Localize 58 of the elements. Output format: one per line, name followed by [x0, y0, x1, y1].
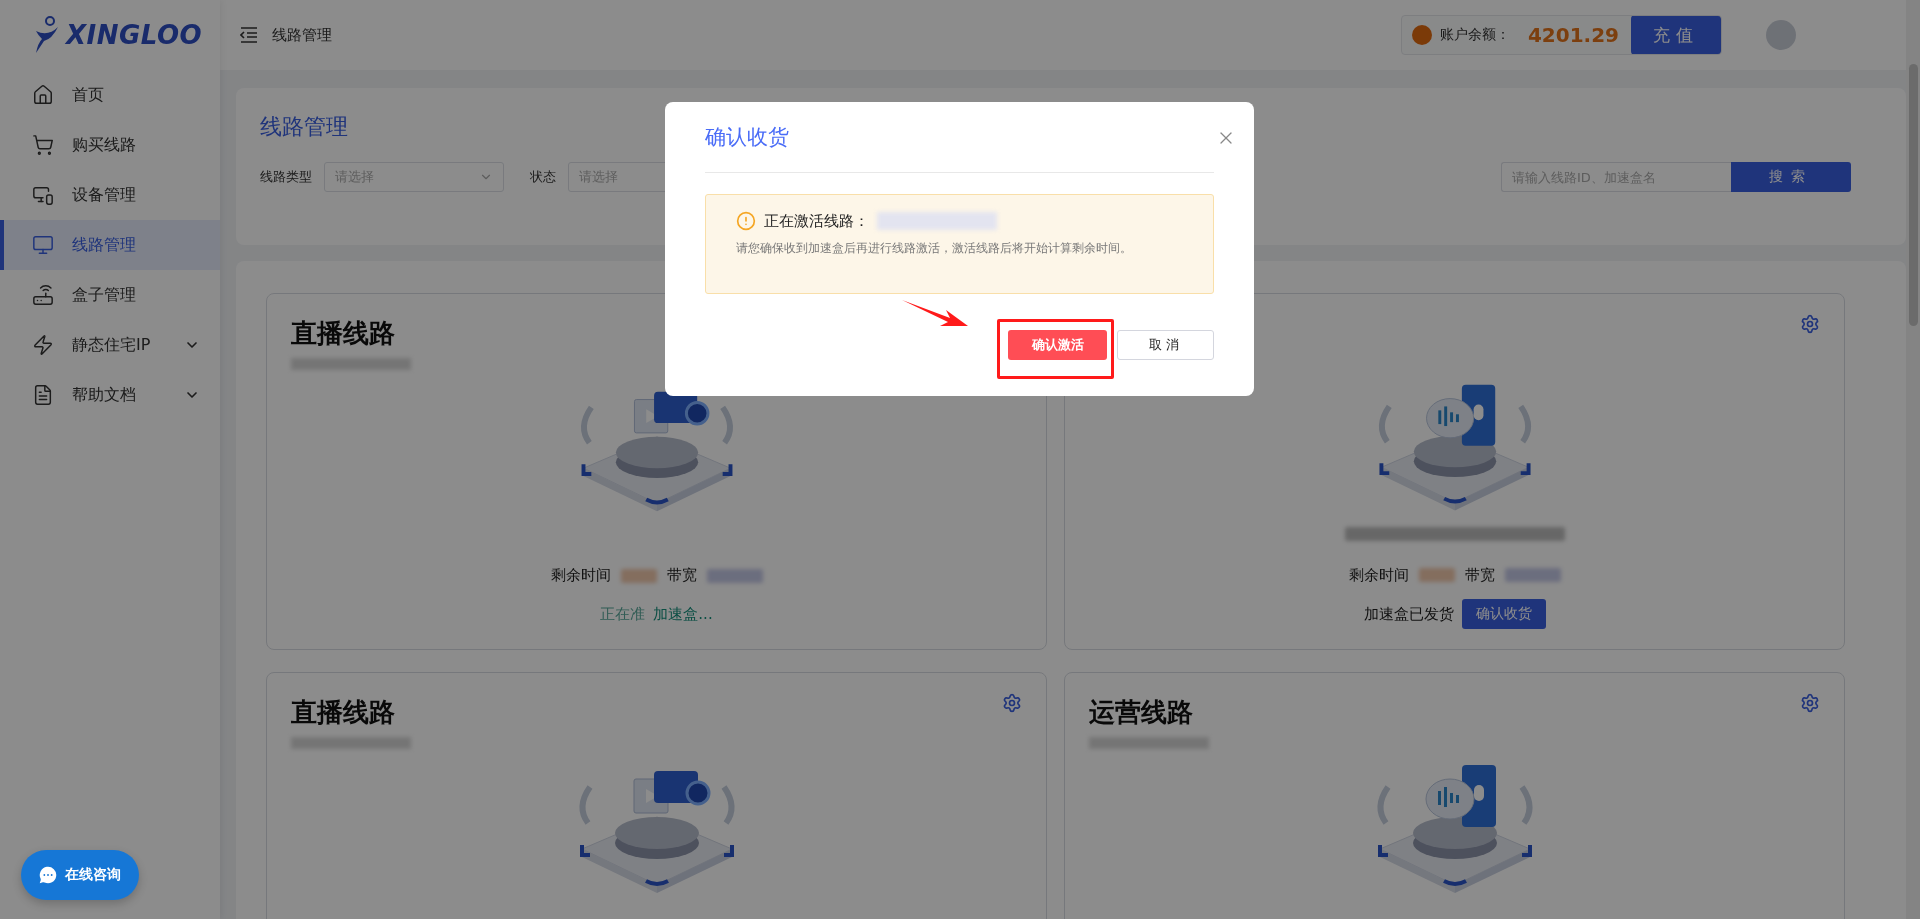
- online-chat-button[interactable]: 在线咨询: [21, 850, 139, 900]
- blurred-text: [1418, 568, 1455, 583]
- sidebar-item[interactable]: 帮助文档: [0, 370, 220, 420]
- yen-icon: [1411, 25, 1432, 45]
- breadcrumb: 线路管理: [272, 25, 333, 45]
- search-button[interactable]: 搜索: [1731, 162, 1851, 192]
- recharge-button[interactable]: 充值: [1631, 16, 1721, 54]
- remaining-time-label: 剩余时间: [550, 566, 611, 586]
- status-text: 正在准: [600, 604, 646, 624]
- warning-icon: [736, 211, 756, 231]
- sidebar-item-label: 首页: [72, 84, 105, 106]
- sidebar-item-label: 设备管理: [72, 184, 137, 206]
- settings-icon[interactable]: [1800, 314, 1820, 334]
- notice-title: 正在激活线路：: [764, 211, 869, 231]
- sidebar-item-label: 盒子管理: [72, 284, 137, 306]
- sidebar-item[interactable]: 盒子管理: [0, 270, 220, 320]
- sidebar-item-label: 线路管理: [72, 234, 137, 256]
- filter-label: 线路类型: [260, 168, 312, 186]
- balance-label: 账户余额：: [1439, 26, 1510, 44]
- router-icon: [32, 284, 54, 306]
- sidebar-item[interactable]: 购买线路: [0, 120, 220, 170]
- sidebar-item-label: 帮助文档: [72, 384, 137, 406]
- chat-bubble-icon: [37, 864, 59, 886]
- card-title: 运营线路: [1089, 696, 1193, 729]
- status-text: 加速盒已发货: [1363, 604, 1454, 624]
- sidebar-item[interactable]: 首页: [0, 70, 220, 120]
- page-title: 线路管理: [260, 113, 348, 141]
- sidebar-item-label: 静态住宅IP: [72, 334, 152, 356]
- sidebar-item-label: 购买线路: [72, 134, 137, 156]
- document-icon: [32, 384, 54, 406]
- monitor-icon: [32, 234, 54, 256]
- card-title: 直播线路: [291, 696, 395, 729]
- blurred-text: [620, 568, 657, 583]
- filter-label: 状态: [530, 168, 556, 186]
- card-title: 直播线路: [291, 317, 395, 350]
- devices-icon: [32, 184, 54, 206]
- sidebar-item[interactable]: 静态住宅IP: [0, 320, 220, 370]
- settings-icon[interactable]: [1800, 693, 1820, 713]
- cart-icon: [32, 134, 54, 156]
- confirm-activate-button[interactable]: 确认激活: [1008, 330, 1107, 360]
- blurred-text: [1504, 568, 1561, 583]
- bandwidth-label: 带宽: [1464, 565, 1495, 585]
- remaining-time-label: 剩余时间: [1348, 565, 1409, 585]
- notice-text: 请您确保收到加速盒后再进行线路激活，激活线路后将开始计算剩余时间。: [736, 241, 1133, 256]
- collapse-menu-icon[interactable]: [240, 27, 258, 43]
- status-text: 加速盒...: [653, 604, 713, 624]
- cancel-button[interactable]: 取消: [1117, 330, 1214, 360]
- bandwidth-label: 带宽: [666, 566, 697, 586]
- sidebar-item[interactable]: 设备管理: [0, 170, 220, 220]
- home-icon: [32, 84, 54, 106]
- blurred-text: [706, 568, 763, 583]
- sidebar-item[interactable]: 线路管理: [0, 220, 220, 270]
- lightning-icon: [32, 334, 54, 356]
- brand-name: XINGLOO: [66, 20, 203, 50]
- balance-amount: 4201.29: [1527, 23, 1619, 47]
- dialog-title: 确认收货: [705, 102, 1214, 173]
- settings-icon[interactable]: [1002, 693, 1022, 713]
- confirm-receipt-button[interactable]: 确认收货: [1461, 599, 1546, 629]
